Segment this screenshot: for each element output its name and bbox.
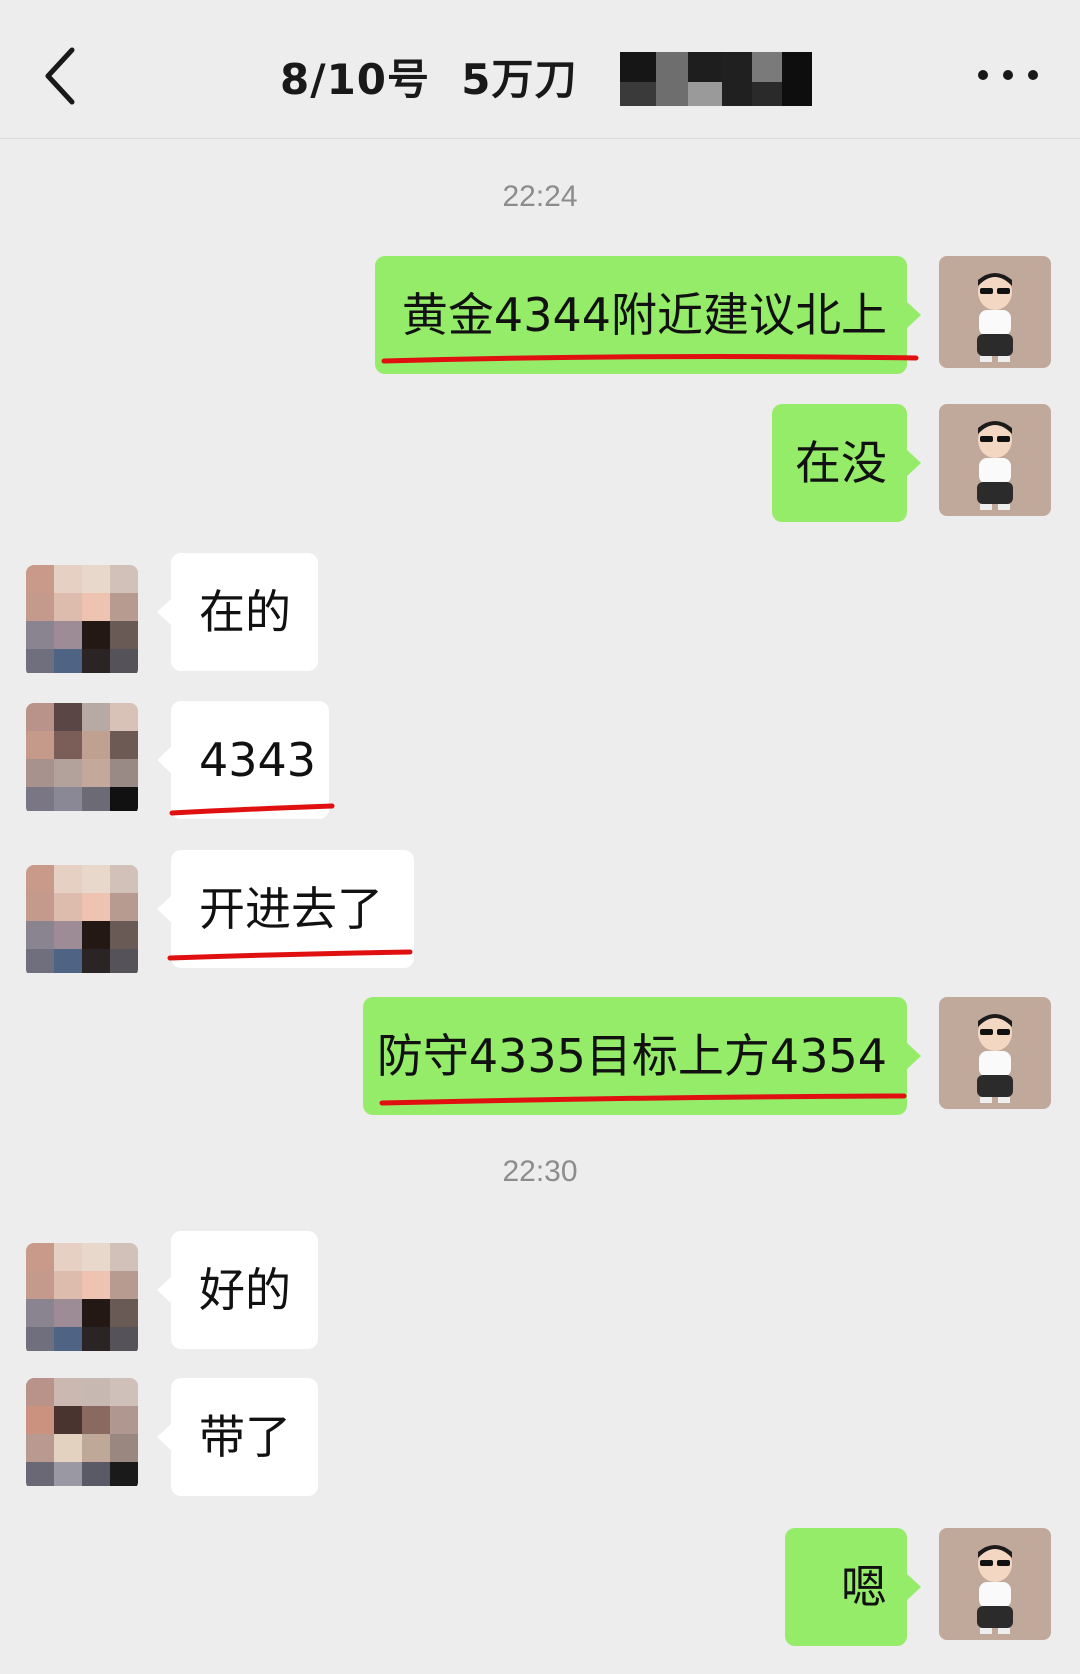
timestamp: 22:30 <box>502 1155 578 1188</box>
timestamp: 22:24 <box>502 180 578 213</box>
my-avatar[interactable] <box>939 1528 1051 1640</box>
censor-mosaic <box>620 52 812 106</box>
cartoon-boy-avatar-icon <box>939 256 1051 368</box>
pixelated-avatar-icon <box>26 1243 138 1351</box>
more-dots-icon <box>978 70 1038 80</box>
incoming-message-bubble[interactable]: 在的 <box>157 553 318 671</box>
my-avatar[interactable] <box>939 997 1051 1109</box>
outgoing-message-bubble[interactable]: 在没 <box>772 404 921 522</box>
incoming-message-bubble[interactable]: 好的 <box>157 1231 318 1349</box>
my-avatar[interactable] <box>939 256 1051 368</box>
message-text: 黄金4344附近建议北上 <box>401 288 887 342</box>
back-button[interactable] <box>30 36 100 116</box>
outgoing-message-bubble[interactable]: 嗯 <box>785 1528 921 1646</box>
cartoon-boy-avatar-icon <box>939 997 1051 1109</box>
contact-avatar-blurred[interactable] <box>26 1243 138 1355</box>
chevron-left-icon <box>45 47 75 105</box>
pixelated-avatar-icon <box>26 865 138 973</box>
my-avatar[interactable] <box>939 404 1051 516</box>
incoming-message-bubble[interactable]: 4343 <box>157 701 329 819</box>
pixelated-avatar-icon <box>26 565 138 673</box>
red-underline <box>381 354 919 364</box>
message-text: 好的 <box>199 1263 291 1317</box>
message-text: 在没 <box>795 436 887 490</box>
chat-title: 8/10号 5万刀 <box>280 55 578 104</box>
incoming-message-bubble[interactable]: 带了 <box>157 1378 318 1496</box>
message-text: 带了 <box>199 1410 291 1464</box>
chat-header: 8/10号 5万刀 <box>0 0 1080 139</box>
pixelated-avatar-icon <box>26 703 138 811</box>
message-text: 嗯 <box>841 1560 887 1614</box>
message-text: 防守4335目标上方4354 <box>376 1029 887 1083</box>
message-text: 开进去了 <box>199 882 383 936</box>
red-underline <box>169 803 335 816</box>
red-underline <box>167 949 413 961</box>
contact-avatar-blurred[interactable] <box>26 865 138 977</box>
cartoon-boy-avatar-icon <box>939 404 1051 516</box>
contact-avatar-blurred[interactable] <box>26 1378 138 1490</box>
cartoon-boy-avatar-icon <box>939 1528 1051 1640</box>
contact-avatar-blurred[interactable] <box>26 565 138 677</box>
contact-avatar-blurred[interactable] <box>26 703 138 815</box>
message-text: 4343 <box>199 733 317 787</box>
pixelated-avatar-icon <box>26 1378 138 1486</box>
message-text: 在的 <box>199 585 291 639</box>
more-button[interactable] <box>975 50 1045 100</box>
red-underline <box>379 1093 907 1106</box>
